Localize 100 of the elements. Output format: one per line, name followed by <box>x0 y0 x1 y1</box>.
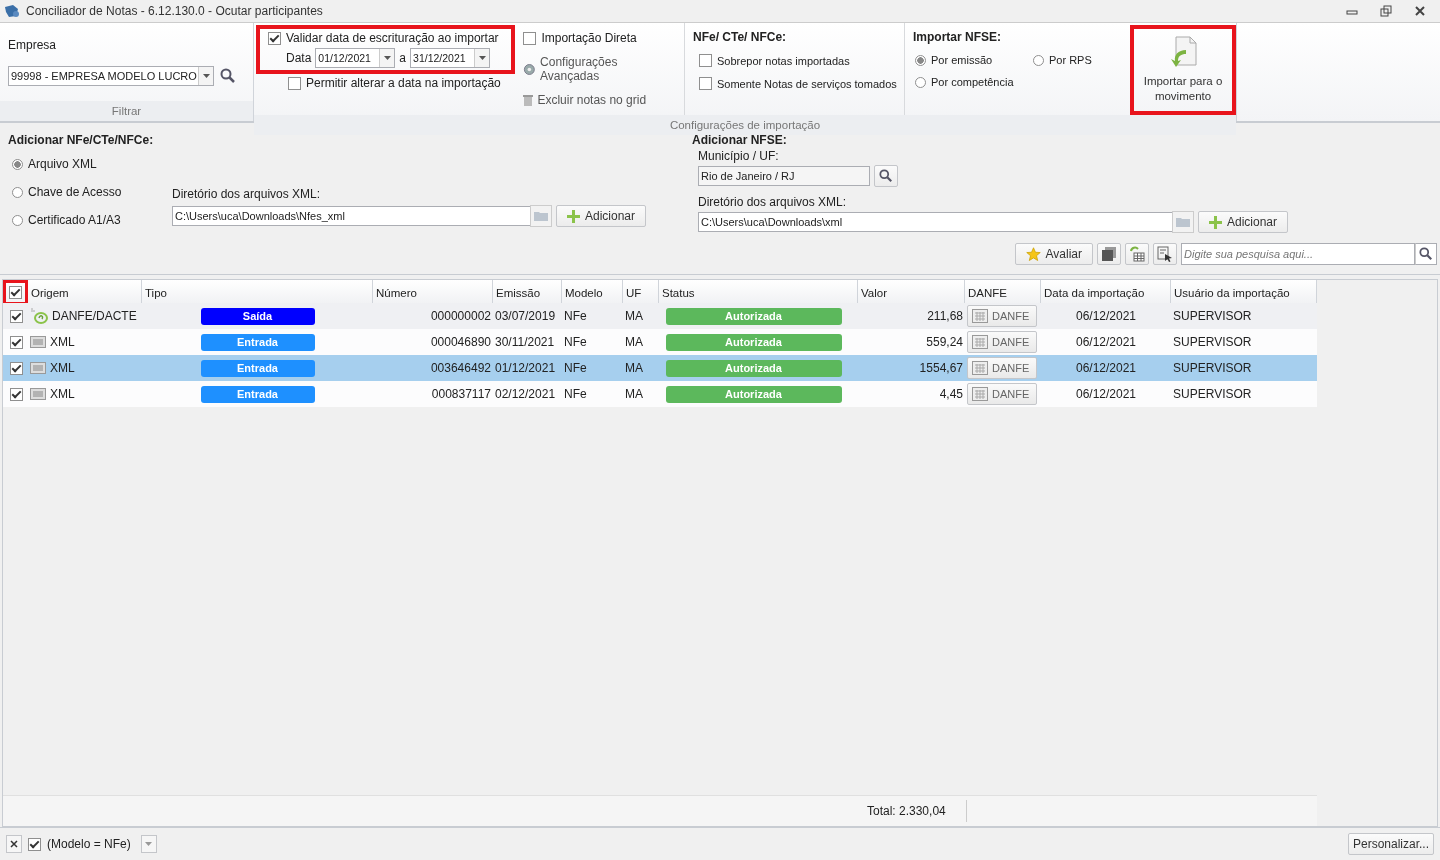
close-icon <box>10 840 18 848</box>
radio-button[interactable] <box>12 214 23 226</box>
filter-checkbox[interactable] <box>28 837 41 851</box>
restore-icon[interactable] <box>1380 5 1392 17</box>
table-cell: XML <box>50 387 75 401</box>
table-cell-text: 003646492 <box>429 360 492 377</box>
section-title: Adicionar NFe/CTe/NFCe: <box>8 133 155 147</box>
grid-icon <box>1129 246 1145 262</box>
status-badge: Autorizada <box>665 333 842 351</box>
customize-button[interactable]: Personalizar... <box>1347 833 1434 855</box>
table-cell: XML <box>50 361 75 375</box>
table-cell-text: 06/12/2021 <box>1074 308 1138 325</box>
close-icon[interactable] <box>1414 5 1426 17</box>
star-icon <box>1025 246 1041 262</box>
layers-button[interactable] <box>1097 243 1121 265</box>
empresa-label: Empresa <box>8 38 58 52</box>
radio-label: Por emissão <box>931 54 993 66</box>
table-cell-text: MA <box>624 334 644 351</box>
select-all-checkbox[interactable] <box>9 286 22 299</box>
checkbox[interactable] <box>268 31 281 45</box>
section-title: NFe/ CTe/ NFCe: <box>693 30 788 44</box>
row-checkbox[interactable] <box>10 387 23 401</box>
table-cell-text: 559,24 <box>925 334 964 351</box>
checkbox[interactable] <box>523 31 537 45</box>
type-badge: Entrada <box>200 333 315 351</box>
total-value: Total: 2.330,04 <box>867 800 967 822</box>
table-cell-text: 06/12/2021 <box>1074 386 1138 403</box>
table-cell-text: 30/11/2021 <box>494 334 556 351</box>
directory-field[interactable]: C:\Users\uca\Downloads\Nfes_xml <box>172 206 532 226</box>
directory-field[interactable]: C:\Users\uca\Downloads\xml <box>698 212 1174 232</box>
grid-refresh-button[interactable] <box>1125 243 1149 265</box>
table-row[interactable]: XML Entrada 000046890 30/11/2021 NFe MA Autorizada 559,24 DANFE 06/12/2021 SUPERVISOR <box>3 329 1317 355</box>
type-badge: Saída <box>200 307 315 325</box>
row-checkbox[interactable] <box>10 335 23 349</box>
table-cell-text: 06/12/2021 <box>1074 334 1138 351</box>
row-checkbox[interactable] <box>10 309 23 323</box>
checkbox-label: Validar data de escrituração ao importar <box>286 31 499 45</box>
app-logo-icon <box>4 4 20 18</box>
directory-label: Diretório dos arquivos XML: <box>698 195 848 209</box>
radio-button[interactable] <box>1033 54 1044 66</box>
table-cell-text: 03/07/2019 <box>494 308 557 325</box>
evaluate-button[interactable]: Avaliar <box>1014 243 1093 265</box>
table-row[interactable]: XML Entrada 003646492 01/12/2021 NFe MA Autorizada 1554,67 DANFE 06/12/2021 SUPERVISOR <box>3 355 1317 381</box>
danfe-button[interactable]: DANFE <box>967 331 1037 353</box>
type-badge: Entrada <box>200 359 315 377</box>
city-field[interactable]: Rio de Janeiro / RJ <box>698 166 870 186</box>
add-button[interactable]: Adicionar <box>1198 211 1289 233</box>
group-label: Configurações de importação <box>254 115 1236 135</box>
danfe-button[interactable]: DANFE <box>967 383 1037 405</box>
radio-button[interactable] <box>12 158 23 170</box>
checkbox[interactable] <box>288 76 301 90</box>
table-cell-text: 000000002 <box>429 308 492 325</box>
file-icon <box>30 388 46 400</box>
table-row[interactable]: DANFE/DACTE Saída 000000002 03/07/2019 NFe MA Autorizada 211,68 DANFE 06/12/2021 SUPERVISOR <box>3 303 1317 329</box>
select-button[interactable] <box>1153 243 1177 265</box>
search-button[interactable] <box>874 165 898 187</box>
status-badge: Autorizada <box>665 307 842 325</box>
danfe-button[interactable]: DANFE <box>967 357 1037 379</box>
radio-button[interactable] <box>915 54 926 66</box>
checkbox[interactable] <box>699 77 712 90</box>
row-checkbox[interactable] <box>10 361 23 375</box>
danfe-button[interactable]: DANFE <box>967 305 1037 327</box>
empresa-dropdown[interactable]: 99998 - EMPRESA MODELO LUCRO <box>8 66 214 86</box>
delete-notes-link[interactable]: Excluir notas no grid <box>537 93 647 107</box>
search-icon[interactable] <box>220 68 236 84</box>
radio-button[interactable] <box>915 76 926 88</box>
advanced-settings-link[interactable]: Configurações Avançadas <box>540 55 676 83</box>
add-button[interactable]: Adicionar <box>556 205 647 227</box>
plus-icon <box>567 209 580 223</box>
radio-label: Chave de Acesso <box>28 185 122 199</box>
radio-button[interactable] <box>12 186 23 198</box>
calculator-icon <box>972 387 988 401</box>
import-button[interactable]: Importar para o movimento <box>1130 25 1236 115</box>
directory-label: Diretório dos arquivos XML: <box>172 187 322 201</box>
checkbox[interactable] <box>699 54 712 67</box>
table-cell-text: 06/12/2021 <box>1074 360 1138 377</box>
table-cell-text: NFe <box>563 360 588 377</box>
calculator-icon <box>972 335 988 349</box>
table-cell-text: MA <box>624 360 644 377</box>
table-cell-text: 211,68 <box>926 308 964 325</box>
table-cell-text: 4,45 <box>938 386 964 403</box>
cursor-icon <box>1157 246 1173 262</box>
caret-icon <box>383 56 391 60</box>
date-from-field[interactable]: 01/12/2021 <box>315 48 396 68</box>
checkbox-label: Permitir alterar a data na importação <box>306 76 501 90</box>
search-field[interactable]: Digite sua pesquisa aqui... <box>1181 243 1415 265</box>
radio-label: Certificado A1/A3 <box>28 213 121 227</box>
table-row[interactable]: XML Entrada 000837117 02/12/2021 NFe MA Autorizada 4,45 DANFE 06/12/2021 SUPERVISOR <box>3 381 1317 407</box>
table-cell-text: SUPERVISOR <box>1172 334 1253 351</box>
radio-label: Arquivo XML <box>28 157 97 171</box>
filter-dropdown[interactable] <box>140 835 157 853</box>
clear-filter-button[interactable] <box>6 835 22 853</box>
status-badge: Autorizada <box>665 385 842 403</box>
caret-icon <box>478 56 486 60</box>
trash-icon <box>523 94 534 106</box>
layers-icon <box>1101 246 1117 262</box>
search-button[interactable] <box>1415 243 1437 265</box>
date-to-field[interactable]: 31/12/2021 <box>410 48 491 68</box>
table-cell-text: 01/12/2021 <box>494 360 557 377</box>
table-cell-text: NFe <box>563 334 588 351</box>
